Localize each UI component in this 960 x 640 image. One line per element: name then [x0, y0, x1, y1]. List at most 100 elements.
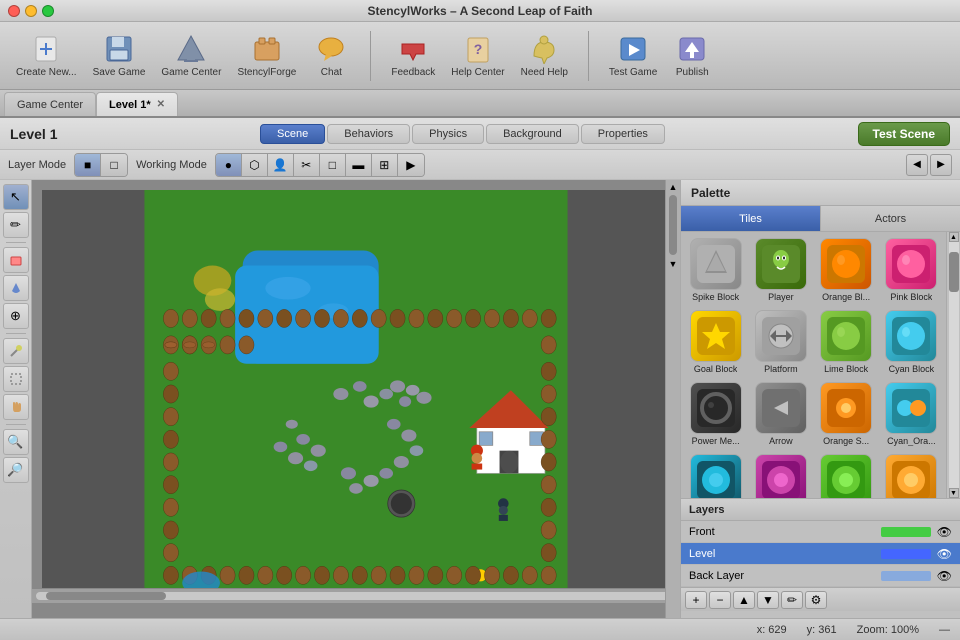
vscroll-up[interactable]: ▲	[667, 180, 680, 193]
working-mode-btn-3[interactable]: 👤	[268, 154, 294, 176]
palette-item-platform[interactable]: Platform	[748, 306, 813, 378]
layers-settings-button[interactable]: ⚙	[805, 591, 827, 609]
palette-scroll-down[interactable]: ▼	[949, 488, 959, 498]
hand-tool[interactable]	[3, 394, 29, 420]
working-mode-btn-4[interactable]: ✂	[294, 154, 320, 176]
palette-item-cyan-pin[interactable]: Cyan_Pin...	[748, 450, 813, 498]
scene-tab-behaviors[interactable]: Behaviors	[327, 124, 410, 144]
working-mode-btn-8[interactable]: ▶	[398, 154, 424, 176]
palette-item-lime-block[interactable]: Lime Block	[814, 306, 879, 378]
layer-level-visibility[interactable]: 👁	[937, 547, 952, 561]
palette-scroll-up[interactable]: ▲	[949, 232, 959, 242]
palette-tab-tiles[interactable]: Tiles	[681, 206, 821, 231]
need-help-label: Need Help	[521, 67, 568, 78]
layer-row-level[interactable]: Level 👁	[681, 543, 960, 565]
working-mode-btn-5[interactable]: □	[320, 154, 346, 176]
feedback-button[interactable]: Feedback	[385, 29, 441, 82]
palette-item-goal-block[interactable]: Goal Block	[683, 306, 748, 378]
cyan-lim-icon	[820, 454, 872, 498]
palette-item-power-me[interactable]: Power Me...	[683, 378, 748, 450]
palette-item-cyan-block[interactable]: Cyan Block	[879, 306, 944, 378]
layer-row-front[interactable]: Front 👁	[681, 521, 960, 543]
canvas-hscroll[interactable]	[32, 588, 680, 603]
palette-item-spike-block[interactable]: Spike Block	[683, 234, 748, 306]
scene-tab-properties[interactable]: Properties	[581, 124, 665, 144]
chat-button[interactable]: Chat	[306, 29, 356, 82]
layers-add-button[interactable]: +	[685, 591, 707, 609]
publish-button[interactable]: Publish	[667, 29, 717, 82]
scroll-right-button[interactable]: ▶	[930, 154, 952, 176]
palette-scroll-thumb[interactable]	[949, 252, 959, 292]
tab-bar: Game Center Level 1* ✕	[0, 90, 960, 118]
status-zoom: Zoom: 100%	[857, 624, 919, 636]
test-game-button[interactable]: Test Game	[603, 29, 663, 82]
scroll-left-button[interactable]: ◀	[906, 154, 928, 176]
working-mode-btn-6[interactable]: ▬	[346, 154, 372, 176]
scene-tab-scene[interactable]: Scene	[260, 124, 325, 144]
game-center-button[interactable]: Game Center	[155, 29, 227, 82]
chat-label: Chat	[321, 67, 342, 78]
vscroll[interactable]: ▲ ▼	[665, 180, 680, 618]
layer-row-back[interactable]: Back Layer 👁	[681, 565, 960, 587]
palette-item-ora-li[interactable]: Orange_Li...	[879, 450, 944, 498]
layer-back-visibility[interactable]: 👁	[937, 569, 952, 583]
test-scene-button[interactable]: Test Scene	[858, 122, 950, 146]
working-mode-btn-1[interactable]: ●	[216, 154, 242, 176]
layers-edit-button[interactable]: ✏	[781, 591, 803, 609]
palette-item-pink-block[interactable]: Pink Block	[879, 234, 944, 306]
layer-mode-btn-1[interactable]: ■	[75, 154, 101, 176]
palette-item-player[interactable]: Player	[748, 234, 813, 306]
tab-level-1-close[interactable]: ✕	[157, 99, 165, 110]
scene-tab-background[interactable]: Background	[486, 124, 579, 144]
create-new-button[interactable]: Create New...	[10, 29, 83, 82]
working-mode-btn-2[interactable]: ⬡	[242, 154, 268, 176]
palette-item-orange-s[interactable]: Orange S...	[814, 378, 879, 450]
select-tool[interactable]: ↖	[3, 184, 29, 210]
wand-tool[interactable]	[3, 338, 29, 364]
layers-up-button[interactable]: ▲	[733, 591, 755, 609]
crop-tool[interactable]	[3, 366, 29, 392]
layers-down-button[interactable]: ▼	[757, 591, 779, 609]
palette-item-arrow[interactable]: Arrow	[748, 378, 813, 450]
vscroll-thumb[interactable]	[669, 195, 677, 255]
tab-level-1[interactable]: Level 1* ✕	[96, 92, 178, 116]
tab-game-center[interactable]: Game Center	[4, 92, 96, 116]
palette-scrollbar[interactable]: ▲ ▼	[946, 232, 960, 498]
vscroll-down[interactable]: ▼	[667, 257, 680, 270]
level-header: Level 1 Scene Behaviors Physics Backgrou…	[0, 118, 960, 150]
close-button[interactable]	[8, 5, 20, 17]
zoom-in-tool[interactable]: 🔍	[3, 429, 29, 455]
save-game-button[interactable]: Save Game	[87, 29, 152, 82]
hscroll-thumb[interactable]	[46, 592, 166, 600]
layer-mode-btn-2[interactable]: □	[101, 154, 127, 176]
palette-item-cyan-ora[interactable]: Cyan_Ora...	[879, 378, 944, 450]
traffic-lights[interactable]	[8, 5, 54, 17]
scene-tab-physics[interactable]: Physics	[412, 124, 484, 144]
feedback-label: Feedback	[391, 67, 435, 78]
eraser-tool[interactable]	[3, 247, 29, 273]
help-center-button[interactable]: ? Help Center	[445, 29, 510, 82]
palette-tab-actors[interactable]: Actors	[821, 206, 960, 231]
palette-item-cyan-switch[interactable]: Cyan Switch	[683, 450, 748, 498]
palette-item-orange-block[interactable]: Orange Bl...	[814, 234, 879, 306]
player-icon	[755, 238, 807, 290]
working-mode-btn-7[interactable]: ⊞	[372, 154, 398, 176]
zoom-out-tool[interactable]: 🔎	[3, 457, 29, 483]
pencil-tool[interactable]: ✏	[3, 212, 29, 238]
fullscreen-button[interactable]	[42, 5, 54, 17]
stencylforge-button[interactable]: StencylForge	[231, 29, 302, 82]
toolbar-sep-1	[370, 31, 371, 81]
fill-tool[interactable]	[3, 275, 29, 301]
layers-remove-button[interactable]: −	[709, 591, 731, 609]
scene-tabs: Scene Behaviors Physics Background Prope…	[71, 124, 853, 144]
need-help-button[interactable]: Need Help	[515, 29, 574, 82]
toolbar-sep-2	[588, 31, 589, 81]
zoom-plus-tool[interactable]: ⊕	[3, 303, 29, 329]
minimize-button[interactable]	[25, 5, 37, 17]
right-panel: Palette Tiles Actors	[680, 180, 960, 618]
palette-item-cyan-lim[interactable]: Cyan_Lim...	[814, 450, 879, 498]
tool-sep-1	[6, 242, 26, 243]
orange-s-label: Orange S...	[823, 436, 869, 446]
layer-front-visibility[interactable]: 👁	[937, 525, 952, 539]
svg-text:?: ?	[474, 41, 483, 57]
